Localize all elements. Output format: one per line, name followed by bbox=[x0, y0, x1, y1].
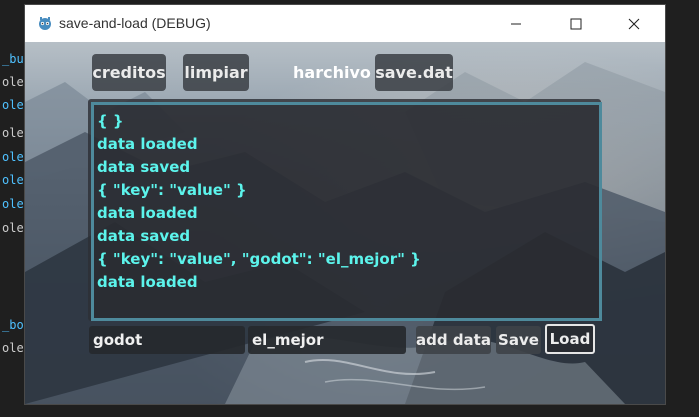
creditos-button[interactable]: creditos bbox=[92, 54, 166, 91]
game-viewport: creditos limpiar harchivo save.dat { } d… bbox=[25, 42, 665, 404]
code-line: ole bbox=[2, 341, 24, 355]
close-icon bbox=[628, 18, 640, 29]
minimize-icon bbox=[511, 23, 521, 24]
minimize-button[interactable] bbox=[493, 5, 539, 42]
close-button[interactable] bbox=[611, 5, 657, 42]
window-title: save-and-load (DEBUG) bbox=[59, 15, 211, 31]
code-line: ole bbox=[2, 173, 24, 187]
add-data-button[interactable]: add data bbox=[416, 326, 491, 354]
log-line: { "key": "value" } bbox=[97, 181, 247, 199]
code-line: _bo bbox=[2, 318, 24, 332]
save-file-button[interactable]: save.dat bbox=[375, 54, 453, 91]
log-line: data loaded bbox=[97, 273, 198, 291]
background-code-editor: _bu ole ole ole ole ole ole ole _bo ole bbox=[0, 0, 26, 417]
file-label: harchivo bbox=[293, 63, 371, 82]
log-line: { } bbox=[97, 112, 124, 130]
code-line: ole bbox=[2, 197, 24, 211]
code-line: ole bbox=[2, 221, 24, 235]
code-line: ole bbox=[2, 150, 24, 164]
limpiar-button[interactable]: limpiar bbox=[183, 54, 249, 91]
app-window: save-and-load (DEBUG) creditos limpiar h… bbox=[25, 5, 665, 404]
save-button[interactable]: Save bbox=[496, 326, 541, 354]
background-area bbox=[666, 0, 699, 417]
log-line: data loaded bbox=[97, 204, 198, 222]
key-input[interactable]: godot bbox=[89, 326, 245, 354]
value-input[interactable]: el_mejor bbox=[248, 326, 406, 354]
code-line: _bu bbox=[2, 52, 24, 66]
title-bar[interactable]: save-and-load (DEBUG) bbox=[25, 5, 665, 42]
maximize-icon bbox=[570, 18, 582, 29]
log-line: data saved bbox=[97, 227, 191, 245]
code-line: ole bbox=[2, 126, 24, 140]
godot-app-icon bbox=[39, 17, 51, 30]
code-line: ole bbox=[2, 98, 24, 112]
load-button[interactable]: Load bbox=[545, 324, 595, 354]
code-line: ole bbox=[2, 75, 24, 89]
maximize-button[interactable] bbox=[553, 5, 599, 42]
log-line: { "key": "value", "godot": "el_mejor" } bbox=[97, 250, 421, 268]
log-line: data loaded bbox=[97, 135, 198, 153]
background-area bbox=[0, 404, 699, 417]
log-line: data saved bbox=[97, 158, 191, 176]
